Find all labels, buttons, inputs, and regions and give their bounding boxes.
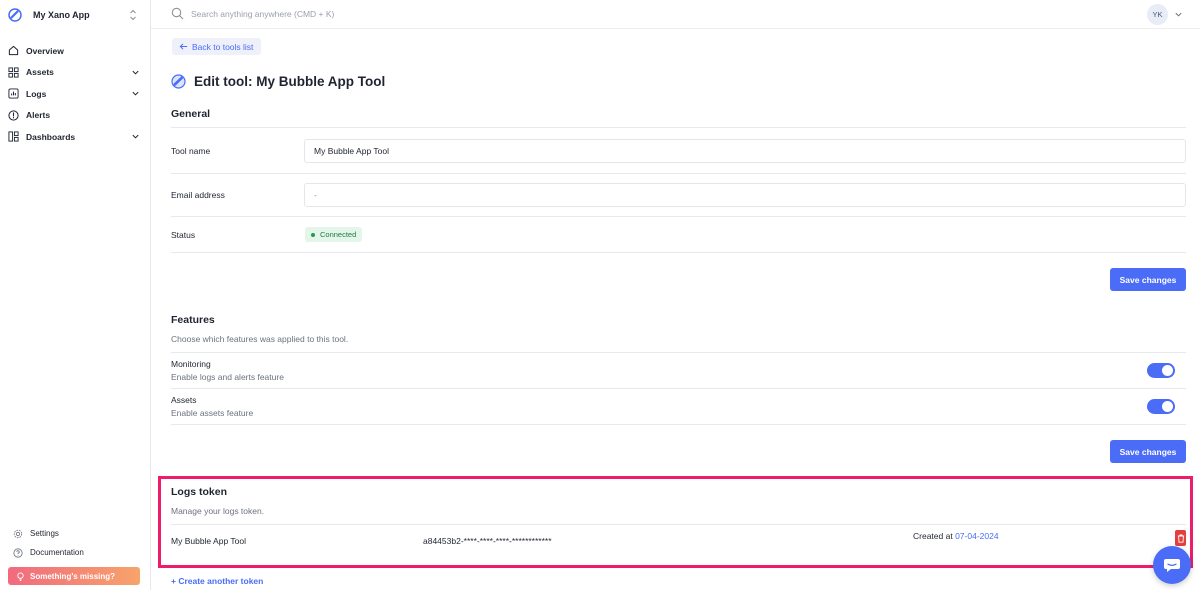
divider [171,524,1186,525]
toggle-knob [1162,365,1173,376]
divider [171,424,1186,425]
sidebar-item-assets[interactable]: Assets [0,62,150,84]
back-label: Back to tools list [192,41,254,52]
save-general-button[interactable]: Save changes [1110,268,1186,291]
delete-token-button[interactable] [1175,530,1186,546]
avatar[interactable]: YK [1147,4,1168,25]
monitoring-toggle[interactable] [1147,363,1175,378]
sidebar-item-overview[interactable]: Overview [0,40,150,62]
chevron-down-icon[interactable] [131,132,140,141]
divider [171,216,1186,217]
create-another-token-link[interactable]: + Create another token [171,576,263,586]
general-section-title: General [171,108,211,120]
sidebar-item-dashboards[interactable]: Dashboards [0,126,150,148]
email-label: Email address [171,190,225,200]
chevron-down-icon[interactable] [1174,10,1183,19]
xano-logo-icon [8,8,22,22]
logs-token-title: Logs token [171,486,228,498]
sidebar-item-label: Assets [26,67,54,78]
save-features-button[interactable]: Save changes [1110,440,1186,463]
home-icon [8,46,19,56]
feature-assets-desc: Enable assets feature [171,408,254,418]
feature-monitoring-name: Monitoring [171,359,211,369]
chat-button[interactable] [1153,546,1191,584]
something-missing-label: Something's missing? [30,571,116,581]
token-value: a84453b2-****-****-****-************ [423,536,552,546]
sidebar-bottom: Settings Documentation [0,524,150,562]
grid-icon [8,67,19,78]
sidebar-nav: Overview Assets Logs Alerts Dashboards [0,40,150,148]
tool-name-field[interactable] [304,139,1186,163]
feature-assets-name: Assets [171,395,197,405]
token-created: Created at 07-04-2024 [913,531,999,541]
features-description: Choose which features was applied to thi… [171,334,349,344]
sidebar-item-label: Overview [26,45,64,56]
sidebar-item-label: Dashboards [26,131,76,142]
feature-monitoring-desc: Enable logs and alerts feature [171,372,284,382]
assets-toggle[interactable] [1147,399,1175,414]
features-section-title: Features [171,314,215,326]
logs-token-highlight [158,476,1193,568]
dashboard-icon [8,131,19,142]
chevron-down-icon[interactable] [131,68,140,77]
something-missing-button[interactable]: Something's missing? [8,567,140,585]
chevron-down-icon[interactable] [131,89,140,98]
logs-icon [8,88,19,99]
sidebar-item-documentation[interactable]: Documentation [0,543,150,562]
main-content: Back to tools list Edit tool: My Bubble … [151,30,1200,590]
divider [171,173,1186,174]
search-input[interactable] [191,6,591,22]
sidebar-item-label: Alerts [26,110,51,121]
logs-token-description: Manage your logs token. [171,506,265,516]
chat-icon [1164,559,1180,572]
bubble-tool-icon [171,74,186,89]
created-prefix: Created at [913,531,953,541]
back-to-tools-button[interactable]: Back to tools list [172,38,262,55]
created-date: 07-04-2024 [955,531,999,541]
gear-icon [13,529,23,538]
sidebar-item-label: Logs [26,88,47,99]
divider [171,252,1186,253]
tool-name-input[interactable] [314,146,1185,156]
sidebar: My Xano App Overview Assets Logs Alerts … [0,0,151,590]
arrow-left-icon [179,43,188,50]
token-name: My Bubble App Tool [171,536,246,546]
divider [171,127,1186,128]
sidebar-item-label: Settings [30,529,59,538]
divider [171,352,1186,353]
email-input[interactable] [314,190,1185,200]
page-header: Edit tool: My Bubble App Tool [171,74,385,89]
divider [171,388,1186,389]
toggle-knob [1162,401,1173,412]
sidebar-item-settings[interactable]: Settings [0,524,150,543]
sidebar-item-logs[interactable]: Logs [0,83,150,105]
trash-icon [1177,534,1184,543]
status-label: Status [171,230,196,240]
page-title: Edit tool: My Bubble App Tool [194,74,386,89]
status-badge: Connected [305,227,363,242]
topbar: YK [151,0,1200,29]
alert-icon [8,110,19,121]
status-dot [311,232,315,237]
email-field[interactable] [304,183,1186,207]
app-switcher[interactable]: My Xano App [0,0,150,30]
sidebar-item-alerts[interactable]: Alerts [0,105,150,127]
app-name: My Xano App [33,10,90,20]
tool-name-label: Tool name [171,146,211,156]
status-value: Connected [320,230,357,239]
sidebar-item-label: Documentation [30,548,84,557]
lightbulb-icon [17,571,24,581]
help-icon [13,547,23,558]
search-icon [171,7,184,20]
chevron-updown-icon[interactable] [128,8,138,22]
